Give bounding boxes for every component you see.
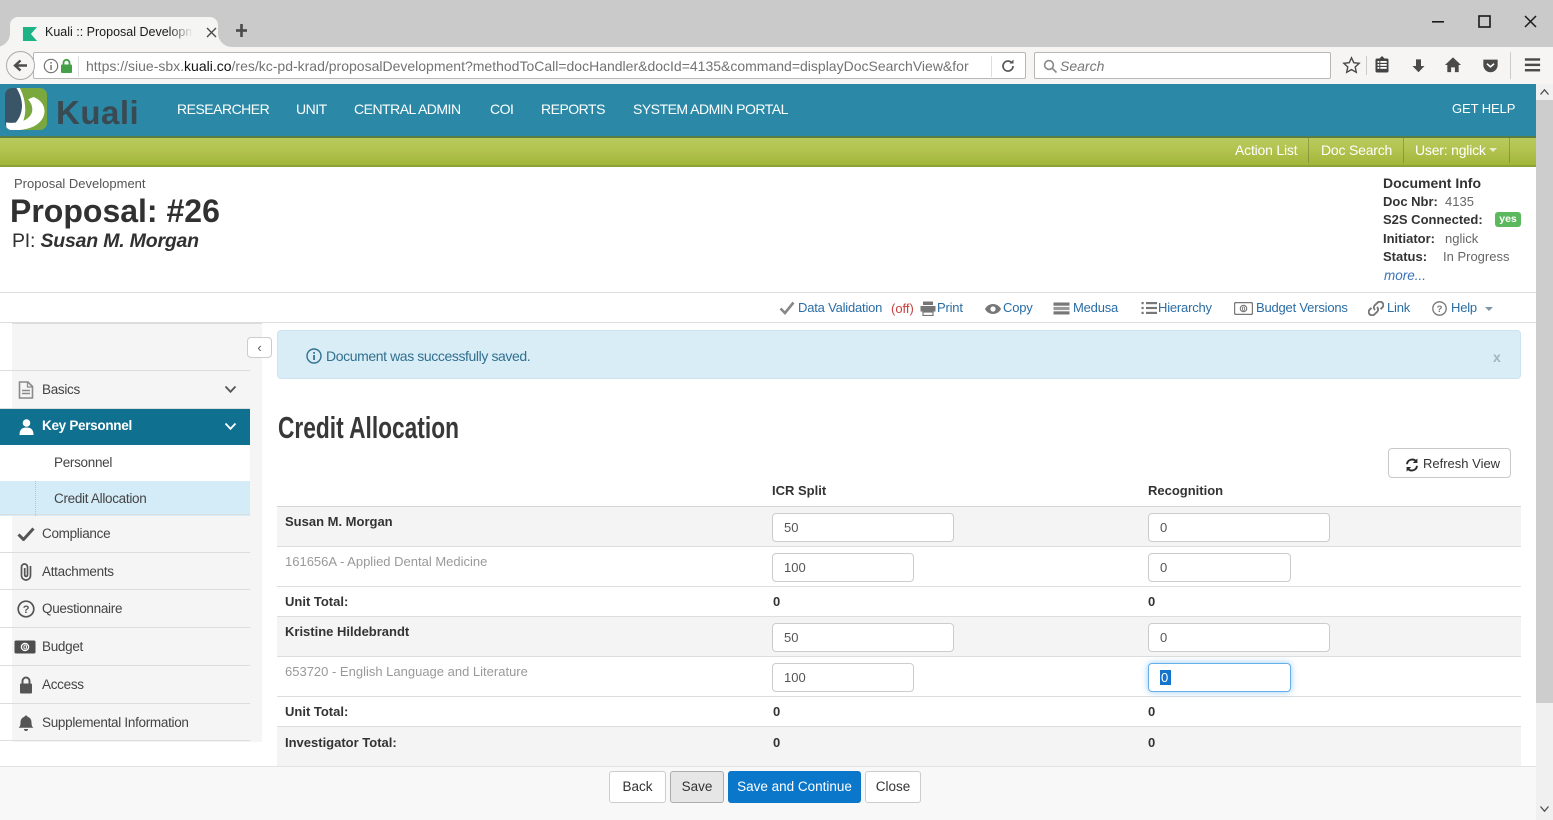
svg-text:0: 0 bbox=[1242, 306, 1246, 313]
svg-text:0: 0 bbox=[23, 643, 27, 652]
svg-text:?: ? bbox=[1437, 304, 1443, 315]
svg-text:?: ? bbox=[23, 604, 30, 616]
